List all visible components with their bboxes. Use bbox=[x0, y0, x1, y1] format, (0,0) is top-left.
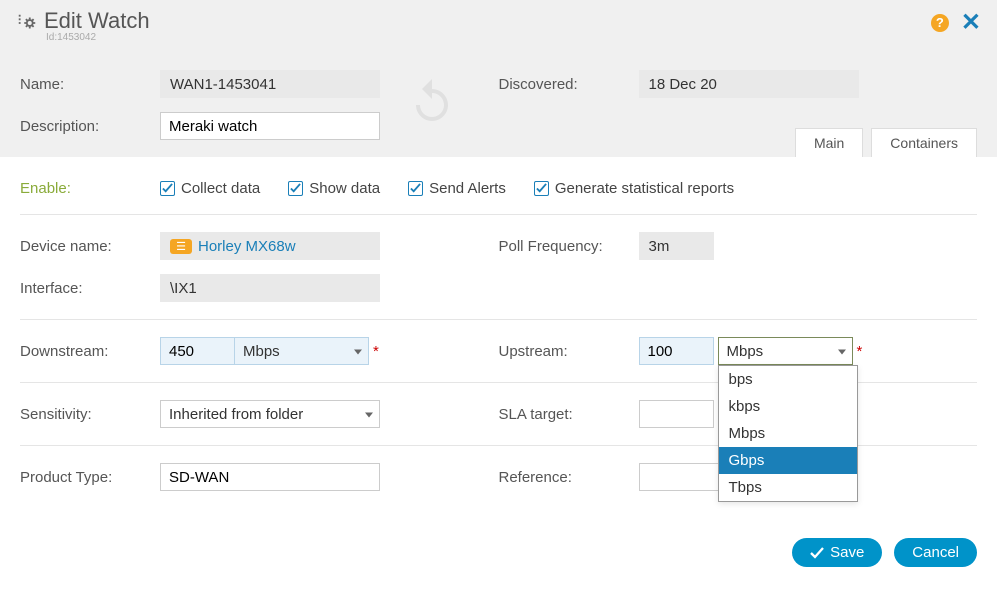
dialog-header: Edit Watch Id:1453042 ? ✕ bbox=[0, 0, 997, 47]
check-icon bbox=[288, 181, 303, 196]
device-name-label: Device name: bbox=[20, 238, 160, 255]
device-name-value: ☰ Horley MX68w bbox=[160, 232, 380, 260]
save-button[interactable]: Save bbox=[792, 538, 882, 567]
sensitivity-label: Sensitivity: bbox=[20, 406, 160, 423]
check-icon bbox=[534, 181, 549, 196]
upstream-unit-dropdown: bps kbps Mbps Gbps Tbps bbox=[718, 365, 858, 502]
downstream-unit-value: Mbps bbox=[243, 343, 280, 360]
sensitivity-select[interactable]: Inherited from folder bbox=[160, 400, 380, 428]
checkbox-label: Send Alerts bbox=[429, 180, 506, 197]
tab-main[interactable]: Main bbox=[795, 128, 863, 157]
poll-frequency-label: Poll Frequency: bbox=[499, 238, 639, 255]
required-indicator: * bbox=[373, 343, 379, 360]
divider bbox=[20, 214, 977, 215]
dropdown-option-kbps[interactable]: kbps bbox=[719, 393, 857, 420]
cancel-button-label: Cancel bbox=[912, 544, 959, 561]
product-type-input[interactable] bbox=[160, 463, 380, 491]
close-icon[interactable]: ✕ bbox=[961, 8, 981, 37]
checkbox-label: Show data bbox=[309, 180, 380, 197]
dropdown-option-tbps[interactable]: Tbps bbox=[719, 474, 857, 501]
save-button-label: Save bbox=[830, 544, 864, 561]
description-input[interactable] bbox=[160, 112, 380, 140]
poll-frequency-value: 3m bbox=[639, 232, 714, 260]
discovered-value: 18 Dec 20 bbox=[639, 70, 859, 98]
checkbox-show-data[interactable]: Show data bbox=[288, 180, 380, 197]
upstream-unit-select[interactable]: Mbps bbox=[718, 337, 853, 365]
required-indicator: * bbox=[857, 343, 863, 360]
tab-bar: Main Containers bbox=[795, 128, 977, 157]
cancel-button[interactable]: Cancel bbox=[894, 538, 977, 567]
gear-icon bbox=[16, 12, 38, 37]
sla-target-label: SLA target: bbox=[499, 406, 639, 423]
check-icon bbox=[810, 546, 824, 560]
downstream-unit-select[interactable]: Mbps bbox=[234, 337, 369, 365]
upstream-input[interactable] bbox=[639, 337, 714, 365]
reference-label: Reference: bbox=[499, 469, 639, 486]
interface-label: Interface: bbox=[20, 280, 160, 297]
sensitivity-value: Inherited from folder bbox=[169, 406, 303, 423]
description-label: Description: bbox=[20, 118, 160, 135]
dropdown-option-mbps[interactable]: Mbps bbox=[719, 420, 857, 447]
name-value: WAN1-1453041 bbox=[160, 70, 380, 98]
device-link[interactable]: Horley MX68w bbox=[198, 238, 296, 255]
enable-label: Enable: bbox=[20, 180, 160, 197]
tab-containers[interactable]: Containers bbox=[871, 128, 977, 157]
checkbox-label: Collect data bbox=[181, 180, 260, 197]
check-icon bbox=[160, 181, 175, 196]
downstream-input[interactable] bbox=[160, 337, 235, 365]
checkbox-send-alerts[interactable]: Send Alerts bbox=[408, 180, 506, 197]
check-icon bbox=[408, 181, 423, 196]
dropdown-option-gbps[interactable]: Gbps bbox=[719, 447, 857, 474]
interface-value: \IX1 bbox=[160, 274, 380, 302]
discovered-label: Discovered: bbox=[499, 76, 639, 93]
sla-target-input[interactable] bbox=[639, 400, 714, 428]
checkbox-label: Generate statistical reports bbox=[555, 180, 734, 197]
divider bbox=[20, 319, 977, 320]
name-label: Name: bbox=[20, 76, 160, 93]
help-icon[interactable]: ? bbox=[931, 14, 949, 32]
upstream-unit-value: Mbps bbox=[727, 343, 764, 360]
checkbox-generate-stats[interactable]: Generate statistical reports bbox=[534, 180, 734, 197]
upstream-label: Upstream: bbox=[499, 343, 639, 360]
dialog-footer: Save Cancel bbox=[0, 514, 997, 585]
body-section: Enable: Collect data Show data Send Aler… bbox=[0, 157, 997, 514]
downstream-label: Downstream: bbox=[20, 343, 160, 360]
dropdown-option-bps[interactable]: bps bbox=[719, 366, 857, 393]
top-section: Name: WAN1-1453041 Discovered: 18 Dec 20… bbox=[0, 47, 997, 157]
checkbox-collect-data[interactable]: Collect data bbox=[160, 180, 260, 197]
undo-icon[interactable] bbox=[408, 75, 456, 126]
dialog-title: Edit Watch bbox=[44, 8, 150, 34]
product-type-label: Product Type: bbox=[20, 469, 160, 486]
device-type-icon: ☰ bbox=[170, 239, 192, 254]
